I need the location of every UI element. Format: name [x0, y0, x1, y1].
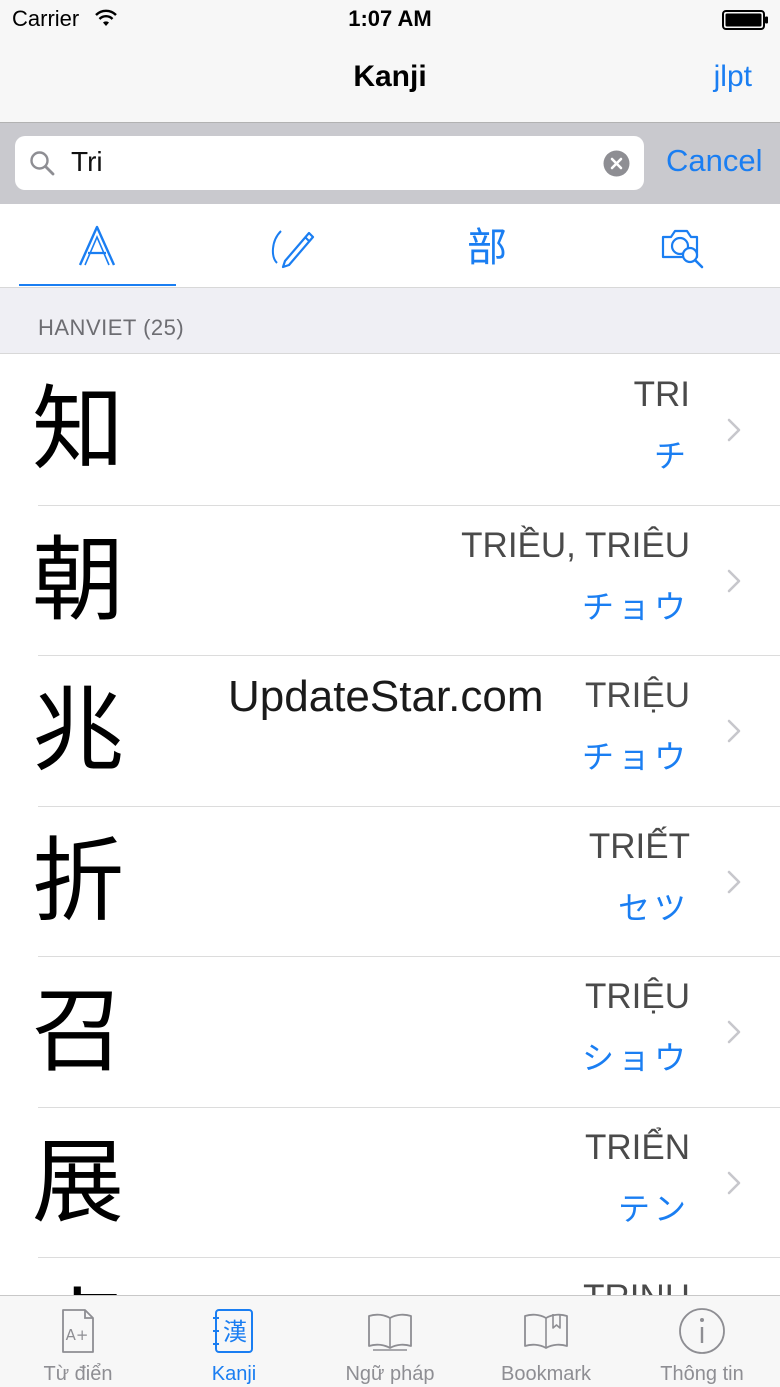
tab-label: Ngữ pháp: [345, 1363, 435, 1385]
clear-icon[interactable]: [603, 150, 630, 177]
handwriting-pen-icon: [271, 230, 315, 269]
info-icon: [679, 1308, 725, 1354]
hanviet-reading: TRIỀU, TRIÊU: [461, 525, 690, 565]
tab-handwriting[interactable]: [214, 204, 370, 288]
chevron-right-icon: [727, 418, 741, 442]
search-input-value: Tri: [71, 146, 103, 177]
kana-reading: セツ: [617, 889, 690, 926]
list-item[interactable]: 展 TRIỂN テン: [0, 1108, 780, 1258]
kana-reading: ショウ: [581, 1040, 690, 1076]
hanviet-reading: TRIẾT: [588, 826, 690, 866]
list-item[interactable]: 折 TRIẾT セツ: [0, 807, 780, 957]
watermark-text: UpdateStar.com: [228, 672, 544, 721]
chevron-right-icon: [727, 569, 741, 592]
kanji-character: 兆: [32, 677, 125, 784]
jlpt-button[interactable]: jlpt: [714, 60, 752, 94]
kanji-character: 貞: [32, 1268, 124, 1295]
chevron-right-icon: [727, 870, 741, 893]
tab-grammar[interactable]: Ngữ pháp: [312, 1296, 468, 1387]
svg-text:A+: A+: [66, 1326, 89, 1344]
tab-label: Bookmark: [500, 1363, 592, 1385]
tab-info[interactable]: Thông tin: [624, 1296, 780, 1387]
kanji-character: 展: [32, 1128, 125, 1236]
svg-text:部: 部: [467, 225, 507, 271]
chevron-right-icon: [727, 719, 741, 743]
list-item[interactable]: 知 TRI チ: [0, 355, 780, 506]
kanji-icon: 漢: [213, 1309, 253, 1353]
search-icon: [30, 151, 55, 176]
list-item[interactable]: 貞 TRINH: [0, 1258, 780, 1295]
radical-icon: 部: [467, 225, 507, 271]
camera-search-icon: [661, 229, 704, 269]
tab-label: Từ điển: [43, 1363, 113, 1385]
tab-kanji[interactable]: 漢 Kanji: [156, 1296, 312, 1387]
kana-reading: チョウ: [581, 588, 690, 625]
tab-letter-search[interactable]: [19, 204, 175, 288]
search-bar: Tri Cancel: [0, 122, 780, 204]
tab-dictionary[interactable]: A+ Từ điển: [0, 1296, 156, 1387]
tab-label: Kanji: [211, 1363, 257, 1385]
tab-bookmark[interactable]: Bookmark: [468, 1296, 624, 1387]
chevron-right-icon: [727, 1020, 741, 1044]
letter-a-icon: [78, 225, 116, 266]
bookmark-book-icon: [524, 1313, 568, 1349]
list-item[interactable]: 朝 TRIỀU, TRIÊU チョウ: [0, 506, 780, 656]
tab-bar: A+ Từ điển 漢 Kanji Ngữ pháp Bookmark Thô…: [0, 1295, 780, 1387]
tab-radical[interactable]: 部: [409, 204, 565, 288]
kanji-character: 召: [32, 978, 125, 1085]
dictionary-icon: A+: [62, 1309, 94, 1353]
section-title: HANVIET (25): [38, 315, 185, 340]
kana-reading: テン: [617, 1190, 690, 1227]
tab-label: Thông tin: [660, 1363, 744, 1385]
hanviet-reading: TRINH: [583, 1278, 690, 1295]
status-time: 1:07 AM: [348, 6, 432, 31]
search-input[interactable]: Tri: [15, 136, 644, 190]
battery-icon: [722, 10, 768, 30]
hanviet-reading: TRIỂN: [585, 1127, 690, 1167]
svg-text:漢: 漢: [223, 1318, 247, 1346]
hanviet-reading: TRIỆU: [585, 977, 690, 1016]
kanji-character: 折: [32, 827, 125, 935]
search-mode-tabs: 部: [0, 204, 780, 288]
navigation-bar: Kanji jlpt: [0, 40, 780, 122]
status-bar: Carrier 1:07 AM: [0, 0, 780, 40]
kanji-character: 知: [32, 376, 125, 483]
book-icon: [368, 1313, 412, 1351]
section-header: HANVIET (25): [0, 288, 780, 354]
tab-camera-search[interactable]: [604, 204, 760, 288]
hanviet-reading: TRI: [633, 375, 690, 414]
cancel-button[interactable]: Cancel: [666, 143, 763, 179]
kana-reading: チョウ: [581, 739, 690, 775]
hanviet-reading: TRIỆU: [585, 676, 690, 715]
selected-tab-indicator: [19, 284, 176, 286]
kanji-result-list: 知 TRI チ 朝 TRIỀU, TRIÊU チョウ 兆 TRIỆU チョウ 折…: [0, 355, 780, 1295]
kanji-character: 朝: [32, 526, 125, 634]
page-title: Kanji: [353, 60, 427, 93]
list-item[interactable]: 召 TRIỆU ショウ: [0, 957, 780, 1108]
kana-reading: チ: [653, 438, 690, 474]
chevron-right-icon: [727, 1171, 741, 1194]
